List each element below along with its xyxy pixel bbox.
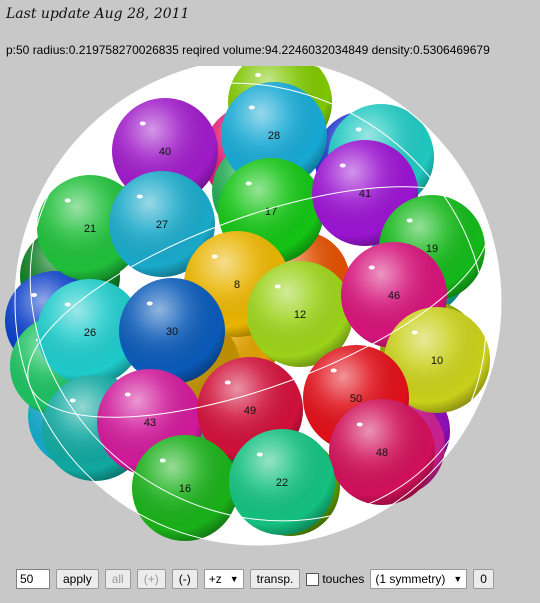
sphere-count-input[interactable] [16, 569, 50, 589]
sphere-number-label: 43 [144, 417, 156, 429]
sphere-highlight [211, 254, 218, 259]
sphere-number-label: 40 [159, 146, 171, 158]
sphere-highlight [274, 284, 281, 289]
sphere-22: 22 [229, 429, 335, 535]
stats-readout: p:50 radius:0.219758270026835 reqired vo… [6, 43, 490, 57]
sphere-number-label: 22 [276, 477, 288, 489]
sphere-number-label: 46 [388, 290, 400, 302]
chevron-down-icon: ▼ [453, 574, 463, 584]
sphere-highlight [256, 452, 263, 457]
last-update-text: Last update Aug 28, 2011 [6, 6, 190, 22]
sphere-highlight [146, 301, 153, 306]
sphere-highlight [136, 194, 143, 199]
touches-checkbox[interactable] [306, 572, 320, 586]
sphere-number-label: 49 [244, 405, 256, 417]
sphere-highlight [330, 368, 337, 373]
control-bar: apply all (+) (-) +z ▼ transp. touches (… [16, 568, 494, 590]
sphere-highlight [248, 105, 255, 110]
sphere-highlight [355, 127, 362, 132]
sphere-16: 16 [132, 435, 238, 541]
sphere-highlight [64, 302, 71, 307]
plus-button[interactable]: (+) [136, 569, 166, 589]
sphere-number-label: 30 [166, 326, 178, 338]
sphere-number-label: 8 [234, 279, 240, 291]
sphere-number-label: 27 [156, 219, 168, 231]
sphere-highlight [159, 458, 166, 463]
axis-select[interactable]: +z ▼ [203, 569, 244, 589]
touches-label: touches [322, 572, 365, 586]
all-button[interactable]: all [104, 569, 131, 589]
sphere-number-label: 12 [294, 309, 306, 321]
sphere-highlight [31, 293, 37, 297]
sphere-highlight [224, 380, 231, 385]
sphere-highlight [124, 392, 131, 397]
apply-button[interactable]: apply [56, 569, 99, 589]
sphere-number-label: 19 [426, 243, 438, 255]
sphere-number-label: 10 [431, 355, 443, 367]
sphere-highlight [356, 422, 363, 427]
sphere-packing-canvas[interactable]: 284021 27174119826 301246104349504816 22 [0, 50, 540, 560]
sphere-highlight [339, 163, 346, 168]
touches-toggle[interactable]: touches [306, 572, 364, 586]
sphere-number-label: 50 [350, 393, 362, 405]
sphere-30: 30 [119, 278, 225, 384]
sphere-number-label: 16 [179, 483, 191, 495]
sphere-highlight [411, 330, 418, 335]
symmetry-select[interactable]: (1 symmetry) ▼ [370, 569, 468, 589]
sphere-highlight [406, 218, 413, 223]
sphere-highlight [368, 265, 375, 270]
sphere-highlight [64, 198, 71, 203]
sphere-number-label: 28 [268, 130, 280, 142]
sphere-highlight [255, 72, 262, 77]
minus-button[interactable]: (-) [171, 569, 198, 589]
chevron-down-icon: ▼ [229, 574, 239, 584]
sphere-number-label: 48 [376, 447, 388, 459]
sphere-highlight [245, 181, 252, 186]
sphere-number-label: 26 [84, 327, 96, 339]
spheres-group: 284021 27174119826 301246104349504816 22 [5, 50, 490, 541]
sphere-packing-viewport[interactable]: 28 40 21 27 17 41 19 8 26 30 12 46 10 43 49 50 48 16 22 [0, 50, 540, 560]
zero-button[interactable]: 0 [473, 569, 494, 589]
sphere-number-label: 21 [84, 223, 96, 235]
symmetry-select-value: (1 symmetry) [375, 572, 446, 586]
sphere-highlight [139, 121, 146, 126]
axis-select-value: +z [208, 572, 222, 586]
sphere-highlight [69, 398, 76, 403]
transparency-button[interactable]: transp. [249, 569, 301, 589]
sphere-48: 48 [329, 399, 435, 505]
